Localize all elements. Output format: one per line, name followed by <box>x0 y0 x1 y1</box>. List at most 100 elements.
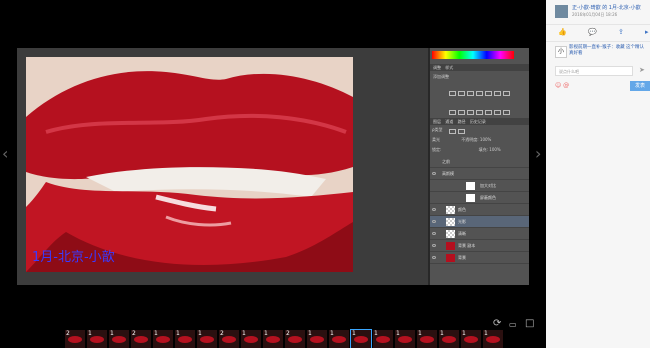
photo-viewer: ‹ › 1月-北京-小歆 调整 样式 添加调整 图层 通道 路径 历史记录 ρ类… <box>0 0 546 348</box>
eye-icon <box>432 256 436 259</box>
thumbnail-lips-image <box>376 336 390 343</box>
filmstrip-thumbnail[interactable]: 1 <box>307 330 327 348</box>
comment-icon[interactable]: 💬 <box>588 28 597 36</box>
layer-row-selected: 光影 <box>430 216 529 228</box>
more-icon[interactable]: ▸ <box>645 28 649 36</box>
thumbnail-lips-image <box>266 336 280 343</box>
layer-row: 屏蔽颜色 <box>430 192 529 204</box>
bw-icon <box>449 110 456 115</box>
filmstrip-thumbnail[interactable]: 1 <box>109 330 129 348</box>
comment-input[interactable]: 说点什么吧 <box>555 66 633 76</box>
thumbnail-lips-image <box>244 336 258 343</box>
original-size-icon[interactable]: ▭ <box>509 320 517 329</box>
exposure-icon <box>476 91 483 96</box>
filmstrip-thumbnail[interactable]: 1 <box>263 330 283 348</box>
layer-name: 高斯模 <box>442 171 454 176</box>
filmstrip-thumbnail[interactable]: 1 <box>329 330 349 348</box>
thumbnail-lips-image <box>464 336 478 343</box>
filmstrip-thumbnail[interactable]: 1 <box>461 330 481 348</box>
filmstrip-thumbnail[interactable]: 1 <box>87 330 107 348</box>
filmstrip-thumbnail[interactable]: 1 <box>241 330 261 348</box>
lock-label: 锁定: <box>432 147 442 152</box>
send-icon[interactable]: ➤ <box>639 66 645 74</box>
author-title[interactable]: 正-小歆-琦歆 的 1月-北京-小歆 <box>572 4 641 11</box>
posterize-icon <box>494 110 501 115</box>
tab-adjust: 调整 <box>433 65 441 70</box>
thumbnail-number: 1 <box>396 330 400 337</box>
filmstrip-thumbnail[interactable]: 1 <box>197 330 217 348</box>
filmstrip-thumbnail[interactable]: 2 <box>219 330 239 348</box>
previous-photo-arrow[interactable]: ‹ <box>2 146 8 162</box>
color-spectrum <box>432 51 514 59</box>
filmstrip-thumbnail[interactable]: 2 <box>285 330 305 348</box>
filmstrip-thumbnail[interactable]: 1 <box>175 330 195 348</box>
adjust-panel-title: 添加调整 <box>433 74 449 79</box>
thumbnail-number: 1 <box>484 330 488 337</box>
blend-mode: 柔光 <box>432 137 440 142</box>
fullscreen-icon[interactable]: □ <box>525 318 534 329</box>
thumbs-up-icon[interactable]: 👍 <box>558 28 567 36</box>
thumbnail-lips-image <box>156 336 170 343</box>
thumbnail-number: 2 <box>220 330 224 337</box>
author-avatar[interactable] <box>555 5 568 18</box>
thumbnail-number: 2 <box>286 330 290 337</box>
thumbnail-number: 1 <box>352 330 356 337</box>
filmstrip-thumbnail[interactable]: 2 <box>131 330 151 348</box>
brightness-icon <box>449 91 456 96</box>
layer-row: 颜色 <box>430 204 529 216</box>
filmstrip-thumbnail[interactable]: 1 <box>439 330 459 348</box>
thumbnail-lips-image <box>222 336 236 343</box>
thumbnail-number: 1 <box>176 330 180 337</box>
thumbnail-number: 1 <box>198 330 202 337</box>
adjustment-icons <box>448 82 512 139</box>
layer-row: 背景 <box>430 252 529 264</box>
layer-filter: ρ类型 <box>432 127 443 132</box>
next-photo-arrow[interactable]: › <box>535 146 541 162</box>
layer-mask-thumb <box>466 194 475 202</box>
thumbnail-number: 1 <box>242 330 246 337</box>
thumbnail-lips-image <box>398 336 412 343</box>
hue-icon <box>494 91 501 96</box>
tab-styles: 样式 <box>445 65 454 70</box>
rotate-icon[interactable]: ⟳ <box>493 318 501 329</box>
thumbnail-number: 1 <box>440 330 444 337</box>
tab-layers: 图层 <box>433 119 441 124</box>
layer-thumb <box>446 254 455 262</box>
layer-name: 屏蔽颜色 <box>480 195 496 200</box>
thumbnail-lips-image <box>442 336 456 343</box>
filmstrip-thumbnail[interactable]: 1 <box>417 330 437 348</box>
thumbnail-lips-image <box>354 336 368 343</box>
layers-tabs: 图层 通道 路径 历史记录 <box>430 118 529 125</box>
comment-avatar: 小 <box>555 46 567 58</box>
invert-icon <box>485 110 492 115</box>
blend-mode-row: 柔光 不透明度: 100% <box>432 137 491 143</box>
thumbnail-lips-image <box>486 336 500 343</box>
selective-color-icon <box>458 129 465 134</box>
layer-name: 颜色 <box>458 207 466 212</box>
layer-name: 加大对比 <box>480 183 496 188</box>
submit-button[interactable]: 发表 <box>630 81 650 91</box>
layer-thumb <box>446 230 455 238</box>
filmstrip-thumbnail[interactable]: 1 <box>395 330 415 348</box>
photo-watermark: 1月-北京-小歆 <box>32 250 115 265</box>
filmstrip-thumbnail[interactable]: 1 <box>350 329 372 348</box>
layer-thumb <box>446 206 455 214</box>
thumbnail-number: 2 <box>66 330 70 337</box>
thumbnail-number: 1 <box>264 330 268 337</box>
sidebar: 正-小歆-琦歆 的 1月-北京-小歆 2016年01月04日 18:26 👍 💬… <box>546 0 650 348</box>
emoji-icon[interactable]: ☺ @ <box>555 82 569 89</box>
share-icon[interactable]: ⇪ <box>618 28 624 36</box>
filmstrip-thumbnail[interactable]: 1 <box>153 330 173 348</box>
thumbnail-number: 1 <box>418 330 422 337</box>
tab-paths: 路径 <box>457 119 466 124</box>
filmstrip-thumbnail[interactable]: 2 <box>65 330 85 348</box>
thumbnail-lips-image <box>178 336 192 343</box>
layer-row: 之前 <box>430 156 529 168</box>
filmstrip-thumbnail[interactable]: 1 <box>373 330 393 348</box>
tab-channels: 通道 <box>445 119 454 124</box>
thumbnail-number: 2 <box>132 330 136 337</box>
thumbnail-number: 1 <box>110 330 114 337</box>
opacity-value: 100% <box>479 137 492 142</box>
layer-name: 光影 <box>458 219 466 224</box>
filmstrip-thumbnail[interactable]: 1 <box>483 330 503 348</box>
